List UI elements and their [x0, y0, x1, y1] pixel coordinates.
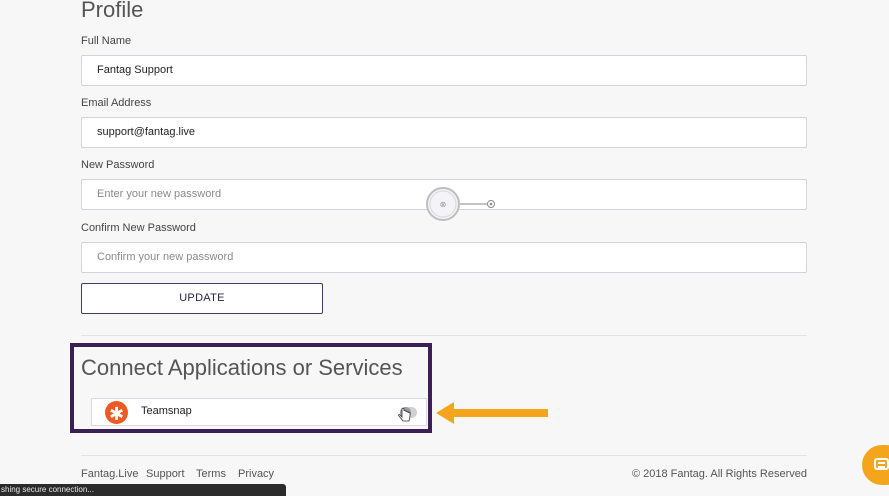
- hand-cursor-icon: [398, 407, 411, 422]
- new-password-label: New Password: [81, 159, 155, 171]
- drag-handle-icon[interactable]: ⊗: [424, 185, 498, 223]
- full-name-field[interactable]: Fantag Support: [81, 55, 807, 86]
- footer-divider: [81, 455, 807, 456]
- page-title: Profile: [81, 0, 144, 22]
- svg-text:⊗: ⊗: [440, 200, 447, 209]
- footer-link-terms[interactable]: Terms: [196, 468, 226, 480]
- pointer-arrow-icon: [436, 402, 548, 424]
- chat-icon: [874, 458, 889, 470]
- footer-link-fantag-live[interactable]: Fantag.Live: [81, 468, 138, 480]
- connect-section-title: Connect Applications or Services: [81, 355, 403, 380]
- service-name: Teamsnap: [141, 405, 192, 417]
- footer-link-privacy[interactable]: Privacy: [238, 468, 274, 480]
- confirm-password-label: Confirm New Password: [81, 222, 196, 234]
- footer-link-support[interactable]: Support: [146, 468, 185, 480]
- browser-status-bar: shing secure connection...: [0, 484, 286, 496]
- update-button[interactable]: UPDATE: [81, 283, 323, 314]
- service-item-teamsnap[interactable]: ✱ Teamsnap: [91, 398, 427, 426]
- chat-launcher-button[interactable]: [862, 445, 889, 485]
- confirm-password-field[interactable]: Confirm your new password: [81, 242, 807, 273]
- full-name-label: Full Name: [81, 35, 132, 47]
- teamsnap-asterisk-icon: ✱: [105, 401, 128, 424]
- copyright-text: © 2018 Fantag. All Rights Reserved: [631, 468, 807, 480]
- email-field[interactable]: support@fantag.live: [81, 117, 807, 148]
- section-divider: [81, 335, 807, 336]
- email-label: Email Address: [81, 97, 152, 109]
